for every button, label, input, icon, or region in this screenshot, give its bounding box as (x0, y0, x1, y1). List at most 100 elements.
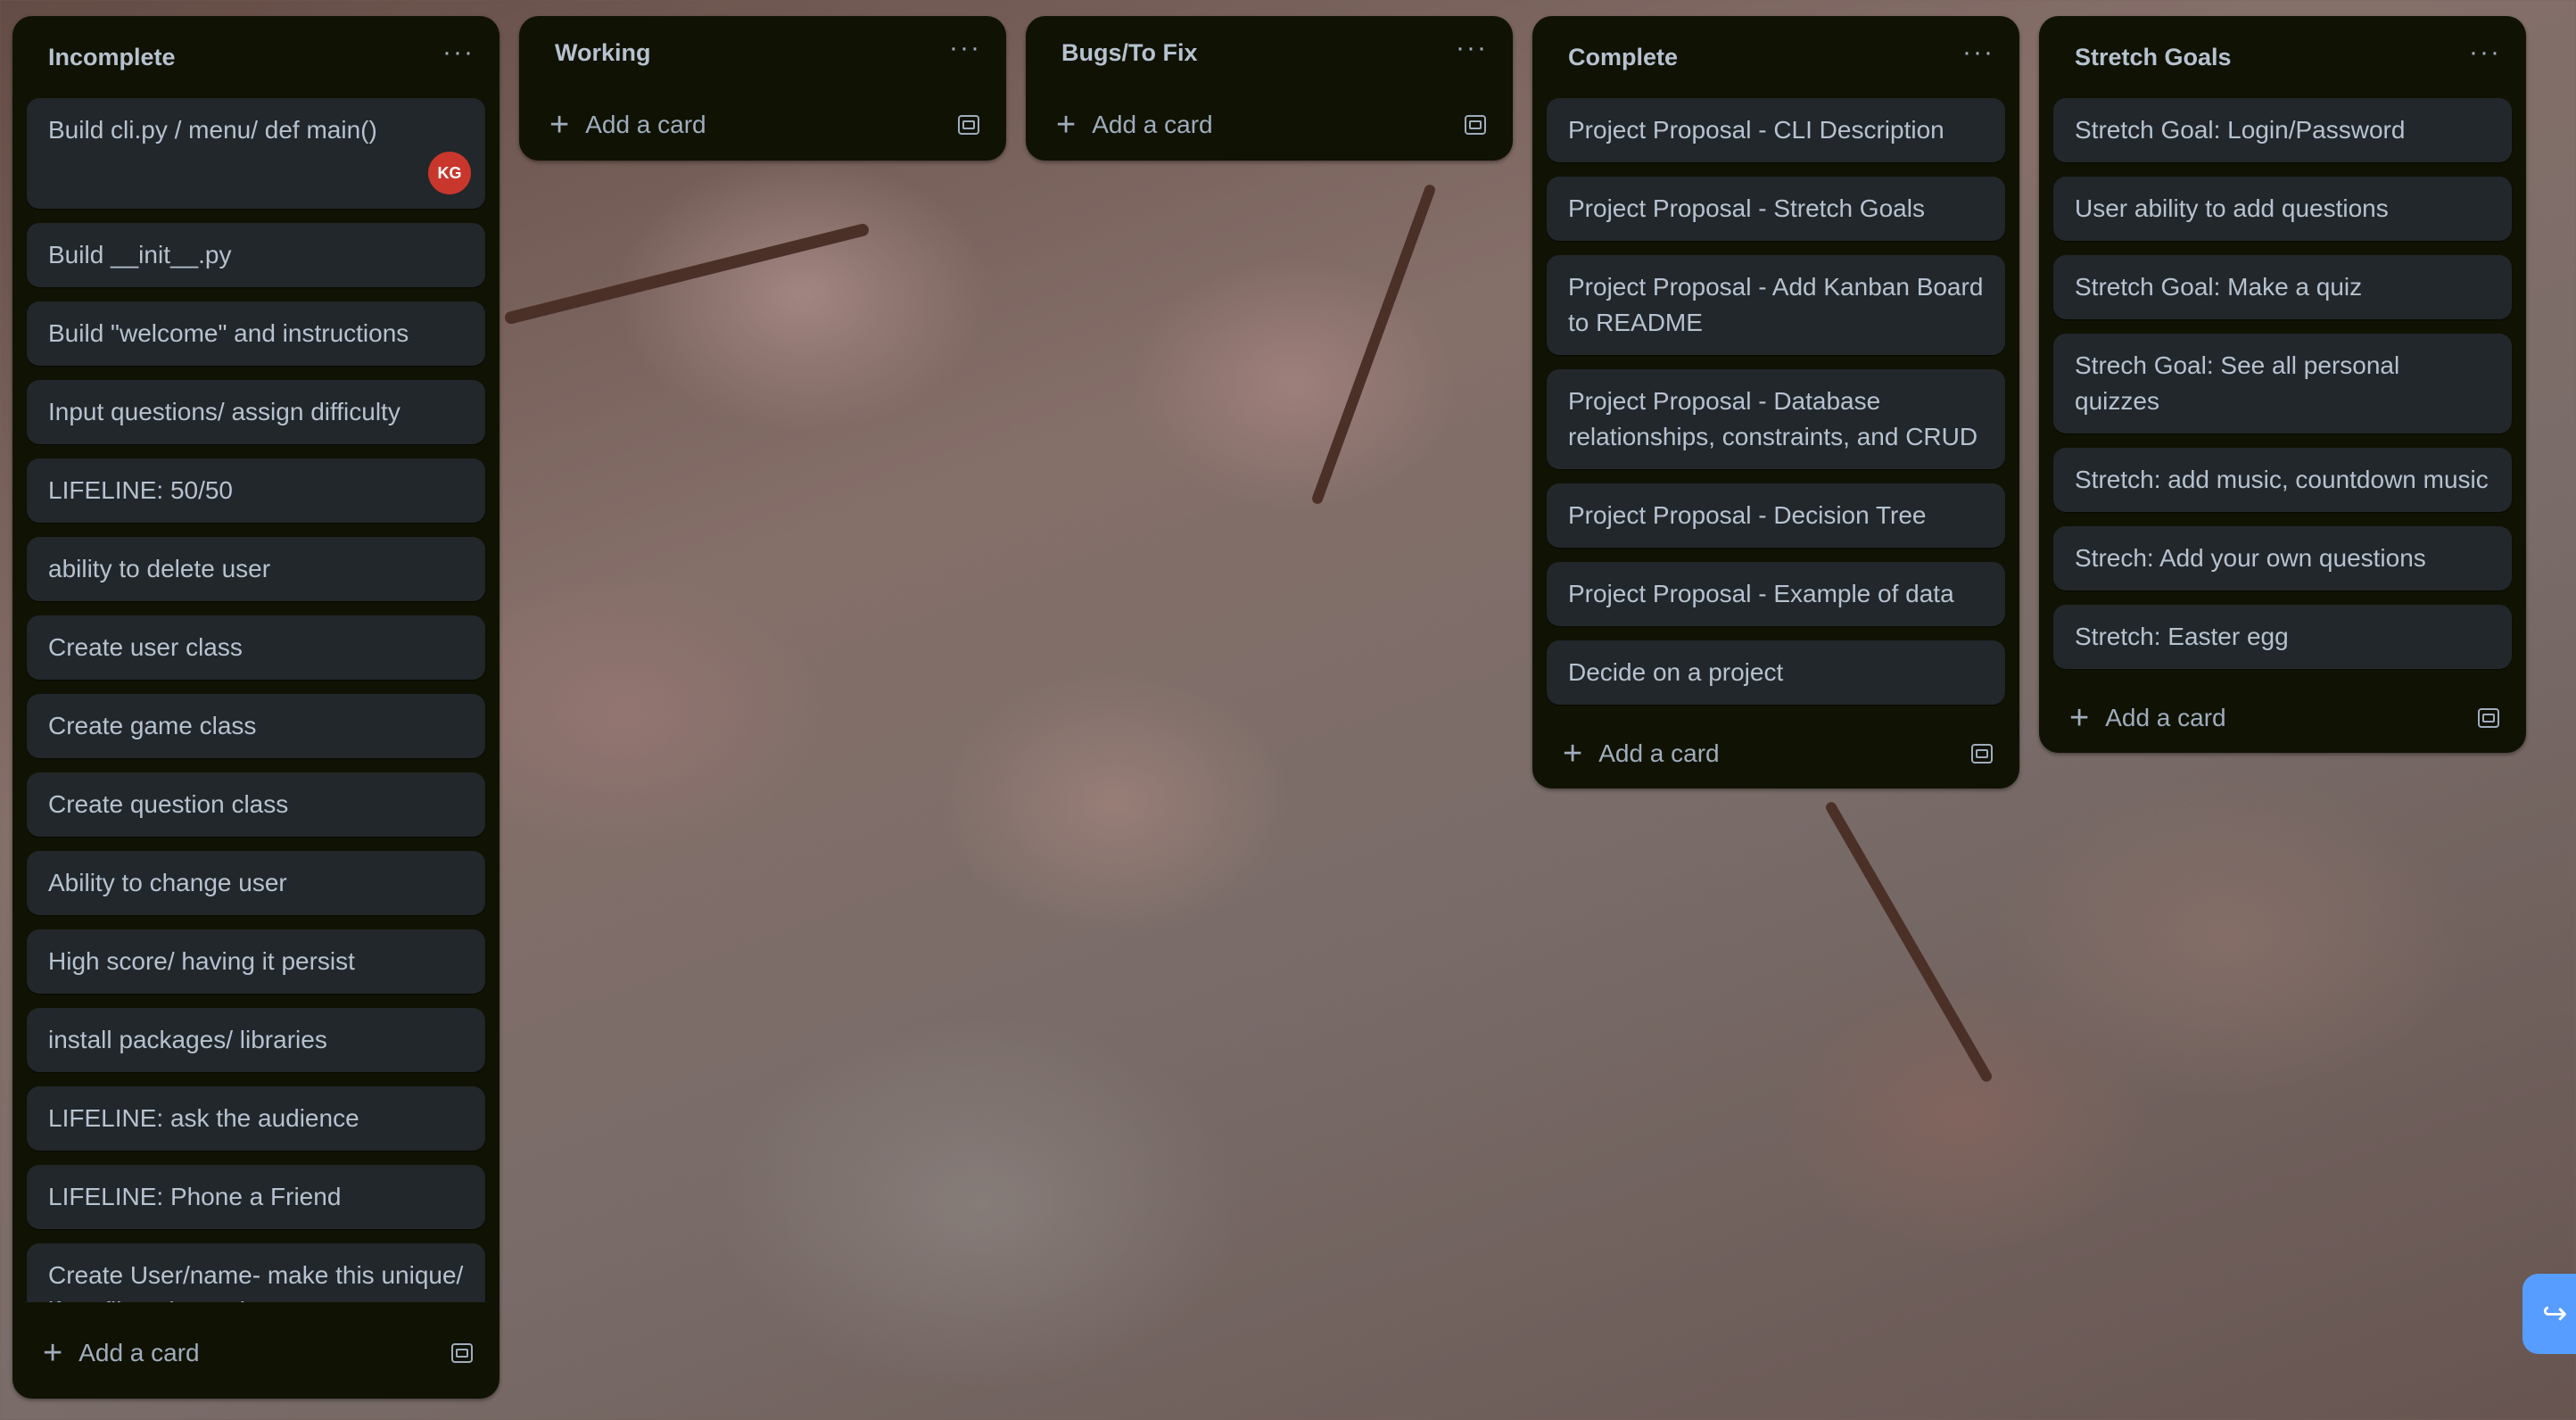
card[interactable]: LIFELINE: ask the audience (27, 1086, 485, 1151)
card-template-icon[interactable] (2478, 708, 2499, 728)
plus-icon: + (2069, 699, 2090, 737)
card-title: LIFELINE: ask the audience (48, 1104, 359, 1132)
add-card-label: Add a card (1092, 111, 1213, 138)
card-title: LIFELINE: 50/50 (48, 476, 234, 504)
card[interactable]: Build __init__.py (27, 223, 485, 287)
list-title[interactable]: Working (555, 39, 651, 67)
card[interactable]: Project Proposal - Stretch Goals (1547, 177, 2005, 241)
card-template-icon[interactable] (1465, 115, 1486, 135)
card-title: Project Proposal - Decision Tree (1568, 501, 1927, 529)
card-list: Project Proposal - CLI Description Proje… (1532, 98, 2019, 705)
card-title: Build cli.py / menu/ def main() (48, 116, 377, 144)
card-list: Build cli.py / menu/ def main() KG Build… (12, 98, 500, 1302)
card-title: ability to delete user (48, 555, 271, 582)
list-menu-button[interactable]: ··· (2469, 39, 2501, 75)
card[interactable]: Stretch: add music, countdown music (2053, 448, 2512, 512)
add-card-row: + Add a card (1532, 719, 2019, 788)
card-title: install packages/ libraries (48, 1026, 327, 1053)
card-title: LIFELINE: Phone a Friend (48, 1183, 342, 1210)
list-menu-button[interactable]: ··· (949, 35, 981, 70)
card[interactable]: Stretch Goal: Login/Password (2053, 98, 2512, 162)
card[interactable]: Stretch: Easter egg (2053, 605, 2512, 669)
card[interactable]: Ability to change user (27, 851, 485, 915)
card-title: Stretch Goal: Login/Password (2075, 116, 2406, 144)
card[interactable]: Build cli.py / menu/ def main() KG (27, 98, 485, 209)
list-menu-button[interactable]: ··· (1962, 39, 1994, 75)
card[interactable]: Strech: Add your own questions (2053, 526, 2512, 590)
card-title: Create User/name- make this unique/ if p… (48, 1261, 464, 1302)
card[interactable]: Project Proposal - CLI Description (1547, 98, 2005, 162)
plus-icon: + (549, 106, 570, 144)
card[interactable]: Project Proposal - Example of data (1547, 562, 2005, 626)
card-list: Stretch Goal: Login/Password User abilit… (2039, 98, 2526, 669)
list-title[interactable]: Stretch Goals (2075, 44, 2232, 71)
add-card-label: Add a card (585, 111, 706, 138)
card[interactable]: User ability to add questions (2053, 177, 2512, 241)
list-menu-button[interactable]: ··· (442, 39, 475, 75)
card-title: Strech: Add your own questions (2075, 544, 2426, 572)
list-title[interactable]: Complete (1568, 44, 1678, 71)
card-title: Create game class (48, 712, 257, 739)
list-title[interactable]: Bugs/To Fix (1061, 39, 1198, 67)
card-title: Stretch: add music, countdown music (2075, 466, 2489, 493)
card[interactable]: High score/ having it persist (27, 929, 485, 994)
list-menu-button[interactable]: ··· (1456, 35, 1488, 70)
add-card-row: + Add a card (519, 89, 1006, 161)
list-title[interactable]: Incomplete (48, 44, 176, 71)
card-title: Create question class (48, 790, 289, 818)
card-title: Build __init__.py (48, 241, 232, 268)
add-card-label: Add a card (1598, 739, 1720, 767)
add-card-button[interactable]: + Add a card (2069, 701, 2226, 735)
add-card-row: + Add a card (12, 1318, 500, 1388)
card-title: Create user class (48, 633, 243, 661)
add-card-button[interactable]: + Add a card (1056, 108, 1213, 142)
list-complete: Complete ··· Project Proposal - CLI Desc… (1532, 16, 2019, 788)
card[interactable]: Project Proposal - Database relationship… (1547, 369, 2005, 469)
card[interactable]: Create game class (27, 694, 485, 758)
card[interactable]: Create user class (27, 615, 485, 680)
list-incomplete: Incomplete ··· Build cli.py / menu/ def … (12, 16, 500, 1399)
card[interactable]: Input questions/ assign difficulty (27, 380, 485, 444)
card[interactable]: install packages/ libraries (27, 1008, 485, 1072)
list-header: Working ··· (519, 16, 1006, 89)
card-title: High score/ having it persist (48, 947, 355, 975)
list-bugs-to-fix: Bugs/To Fix ··· + Add a card (1026, 16, 1513, 161)
card-title: Project Proposal - Database relationship… (1568, 387, 1978, 450)
member-avatar[interactable]: KG (428, 152, 471, 194)
card-title: Stretch: Easter egg (2075, 623, 2289, 650)
card-title: Project Proposal - Add Kanban Board to R… (1568, 273, 1984, 336)
card[interactable]: Create question class (27, 772, 485, 837)
card-title: Stretch Goal: Make a quiz (2075, 273, 2363, 301)
card[interactable]: Build "welcome" and instructions (27, 301, 485, 366)
card-title: Project Proposal - CLI Description (1568, 116, 1944, 144)
card[interactable]: Project Proposal - Add Kanban Board to R… (1547, 255, 2005, 355)
card-title: Ability to change user (48, 869, 287, 896)
card-title: Build "welcome" and instructions (48, 319, 409, 347)
card-title: Decide on a project (1568, 658, 1784, 686)
add-card-button[interactable]: + Add a card (43, 1336, 200, 1370)
add-card-row: + Add a card (1026, 89, 1513, 161)
card-title: Project Proposal - Example of data (1568, 580, 1954, 607)
plus-icon: + (1056, 106, 1077, 144)
card-template-icon[interactable] (958, 115, 979, 135)
plus-icon: + (1563, 735, 1583, 772)
card[interactable]: ability to delete user (27, 537, 485, 601)
card[interactable]: Create User/name- make this unique/ if p… (27, 1243, 485, 1302)
card[interactable]: Stretch Goal: Make a quiz (2053, 255, 2512, 319)
card-template-icon[interactable] (451, 1343, 473, 1363)
plus-icon: + (43, 1334, 63, 1372)
card[interactable]: Project Proposal - Decision Tree (1547, 483, 2005, 548)
card-title: User ability to add questions (2075, 194, 2389, 222)
card[interactable]: Decide on a project (1547, 640, 2005, 705)
card-template-icon[interactable] (1971, 744, 1993, 764)
add-card-button[interactable]: + Add a card (1563, 737, 1720, 771)
card[interactable]: Strech Goal: See all personal quizzes (2053, 334, 2512, 433)
list-header: Bugs/To Fix ··· (1026, 16, 1513, 89)
card[interactable]: LIFELINE: Phone a Friend (27, 1165, 485, 1229)
list-header: Complete ··· (1532, 16, 2019, 98)
add-card-button[interactable]: + Add a card (549, 108, 706, 142)
card[interactable]: LIFELINE: 50/50 (27, 458, 485, 523)
share-arrow-button[interactable]: ↪ (2522, 1274, 2576, 1354)
add-card-label: Add a card (2105, 704, 2226, 731)
list-header: Stretch Goals ··· (2039, 16, 2526, 98)
